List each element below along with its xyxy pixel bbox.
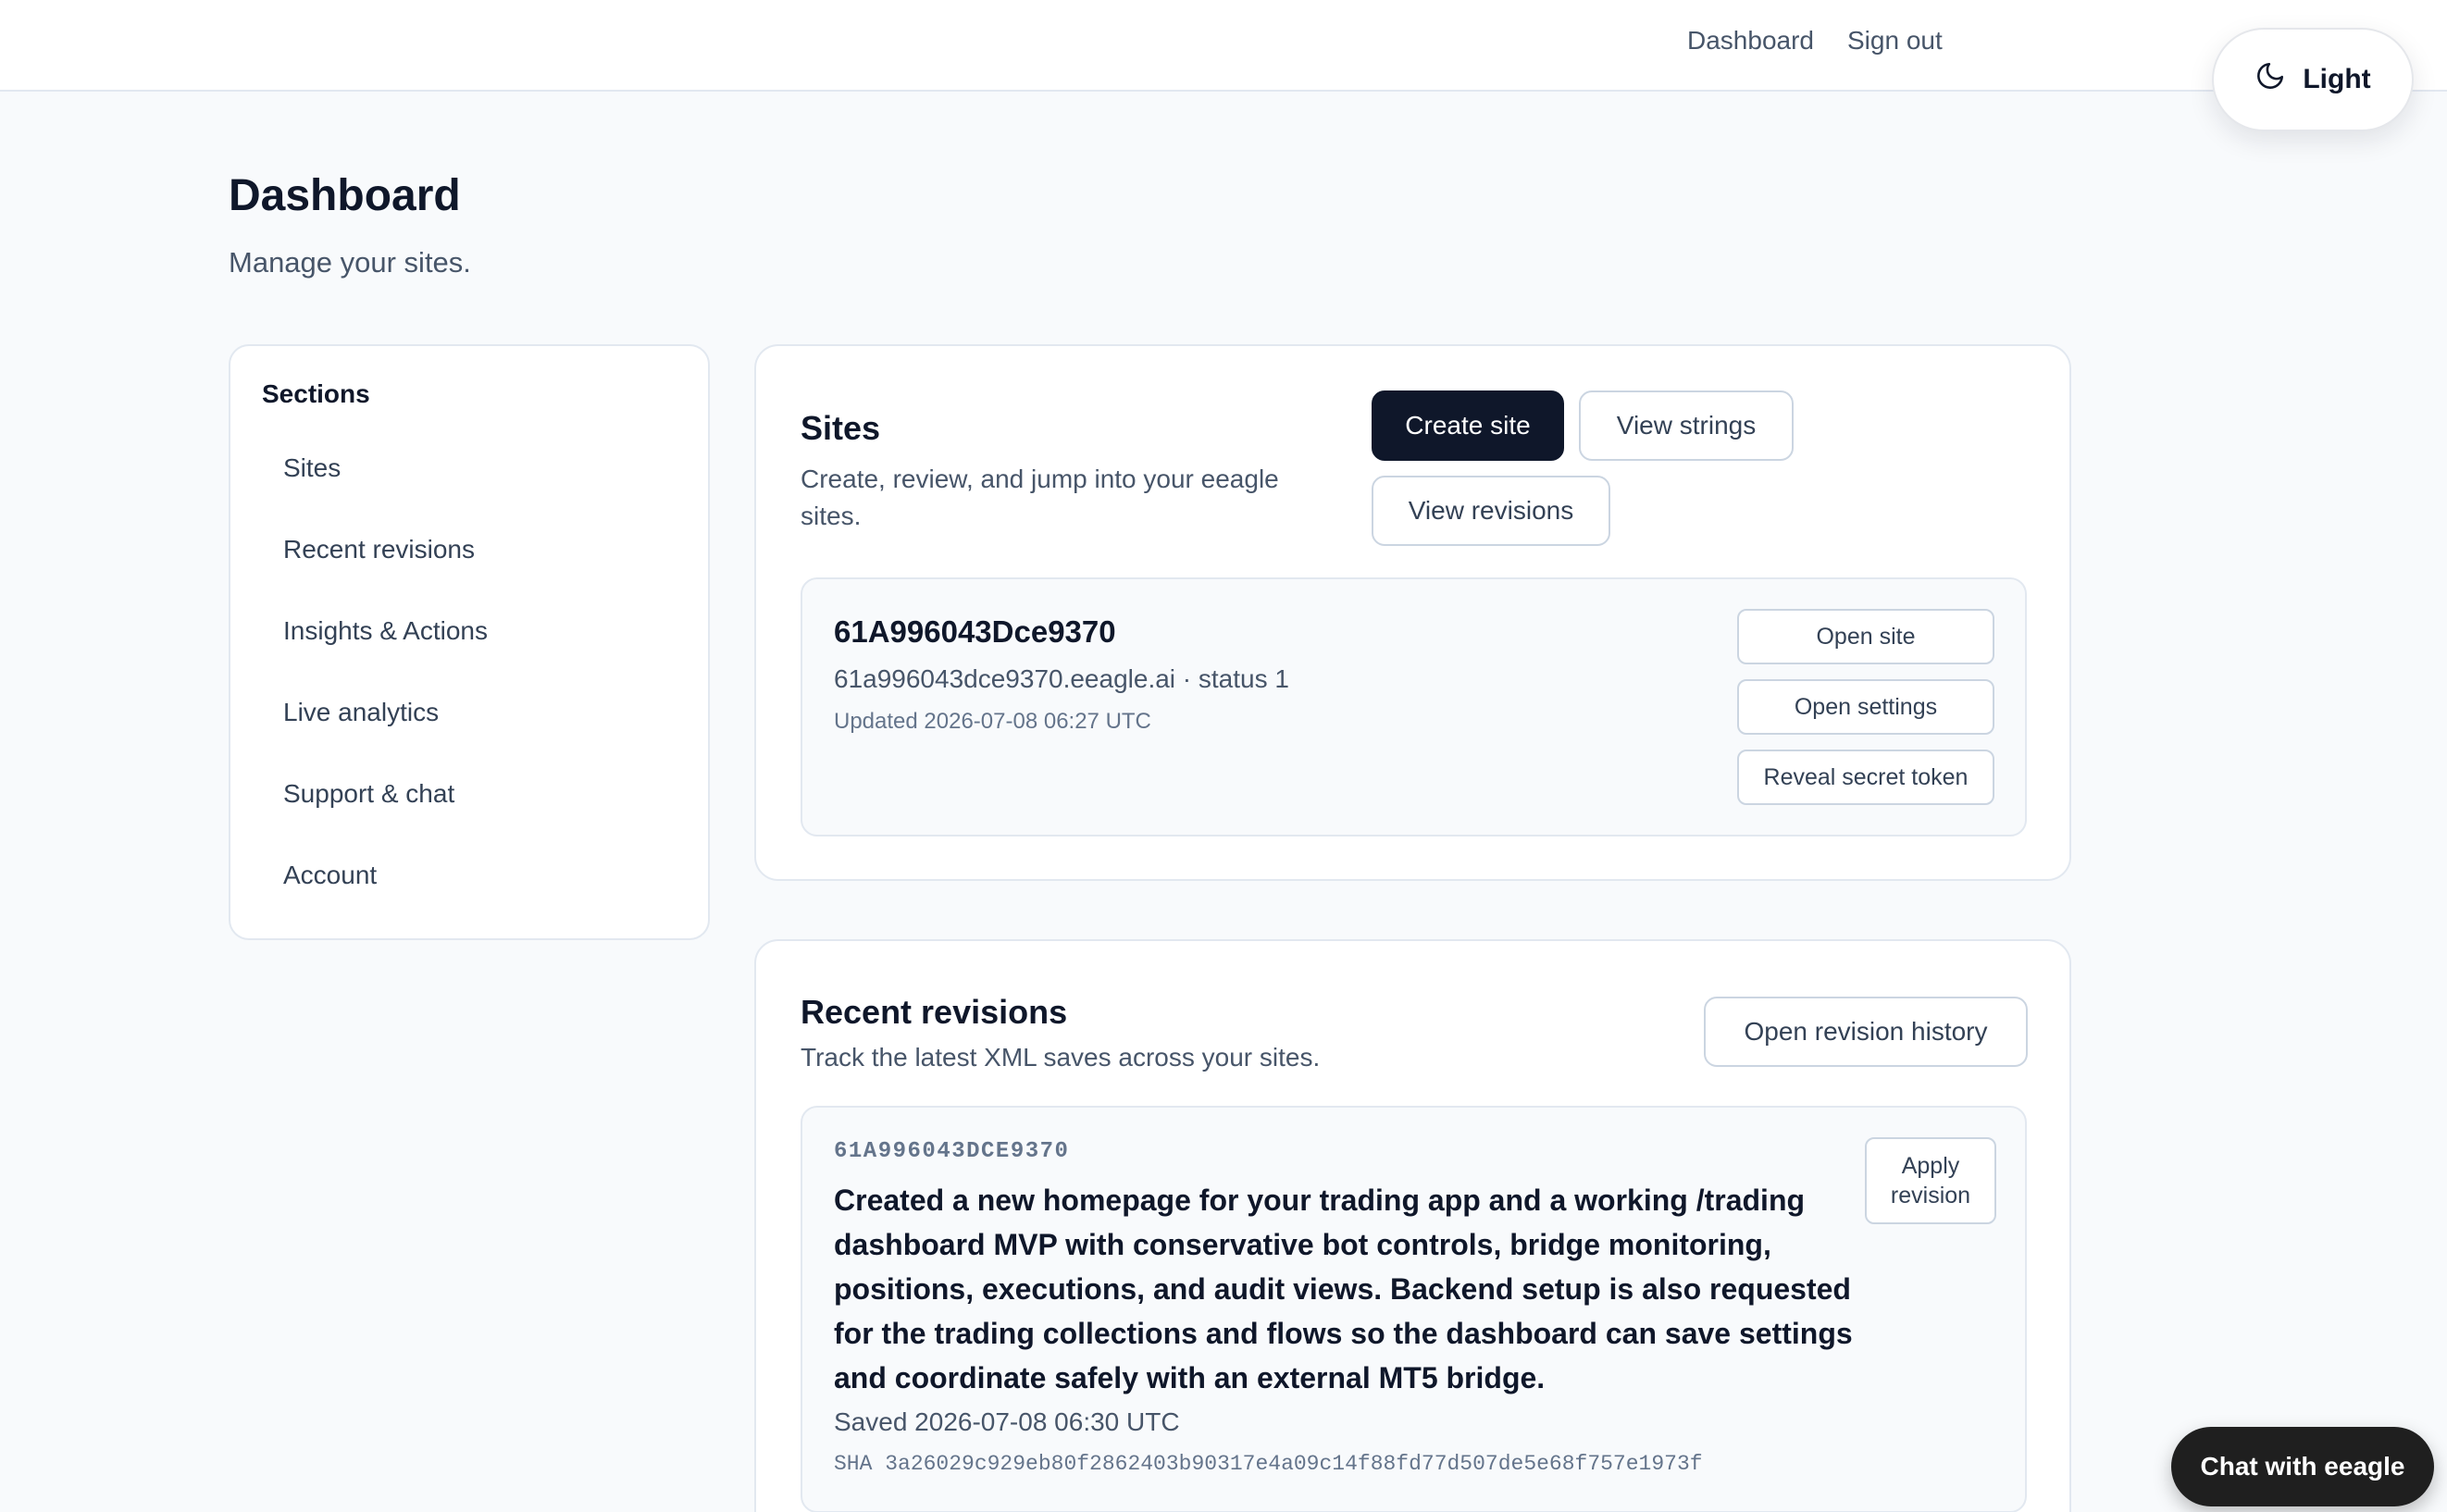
theme-toggle-label: Light	[2303, 64, 2371, 94]
revision-summary: Created a new homepage for your trading …	[834, 1184, 1853, 1394]
reveal-secret-token-button[interactable]: Reveal secret token	[1737, 750, 1994, 805]
revision-item: 61A996043DCE9370 Created a new homepage …	[801, 1106, 2027, 1512]
top-navbar: Dashboard Sign out	[0, 0, 2447, 92]
open-settings-button[interactable]: Open settings	[1737, 679, 1994, 735]
site-row: 61A996043Dce9370 61a996043dce9370.eeagle…	[801, 577, 2027, 837]
revision-site-id: 61A996043DCE9370	[834, 1139, 1070, 1164]
create-site-button[interactable]: Create site	[1372, 390, 1564, 461]
apply-revision-button[interactable]: Apply revision	[1865, 1137, 1996, 1224]
page-title: Dashboard	[229, 171, 461, 220]
sites-card: Sites Create, review, and jump into your…	[754, 344, 2071, 881]
nav-dashboard-link[interactable]: Dashboard	[1687, 26, 1814, 56]
chat-with-eeagle-button[interactable]: Chat with eeagle	[2171, 1427, 2434, 1506]
sidebar-item-recent-revisions[interactable]: Recent revisions	[283, 535, 475, 564]
moon-icon	[2254, 60, 2286, 99]
revisions-description: Track the latest XML saves across your s…	[801, 1043, 1321, 1072]
site-updated-timestamp: Updated 2026-07-08 06:27 UTC	[834, 709, 1151, 734]
sidebar-item-sites[interactable]: Sites	[283, 453, 341, 483]
open-revision-history-button[interactable]: Open revision history	[1704, 997, 2028, 1067]
sites-title: Sites	[801, 409, 881, 447]
nav-signout-link[interactable]: Sign out	[1847, 26, 1943, 56]
sidebar-item-live-analytics[interactable]: Live analytics	[283, 698, 439, 727]
view-revisions-button[interactable]: View revisions	[1372, 476, 1610, 546]
view-strings-button[interactable]: View strings	[1579, 390, 1794, 461]
theme-toggle-button[interactable]: Light	[2212, 28, 2414, 131]
sidebar-item-insights-actions[interactable]: Insights & Actions	[283, 616, 488, 646]
sidebar-heading: Sections	[262, 379, 370, 408]
sidebar-item-account[interactable]: Account	[283, 861, 377, 890]
revision-sha: SHA 3a26029c929eb80f2862403b90317e4a09c1…	[834, 1452, 1703, 1476]
site-name: 61A996043Dce9370	[834, 614, 1116, 649]
open-site-button[interactable]: Open site	[1737, 609, 1994, 664]
recent-revisions-card: Recent revisions Track the latest XML sa…	[754, 939, 2071, 1512]
revision-saved-timestamp: Saved 2026-07-08 06:30 UTC	[834, 1407, 1180, 1436]
sections-sidebar: Sections Sites Recent revisions Insights…	[229, 344, 710, 940]
revisions-title: Recent revisions	[801, 993, 1068, 1031]
page-subtitle: Manage your sites.	[229, 246, 471, 279]
sidebar-item-support-chat[interactable]: Support & chat	[283, 779, 454, 809]
sites-description: Create, review, and jump into your eeagl…	[801, 465, 1279, 530]
site-domain-status: 61a996043dce9370.eeagle.ai · status 1	[834, 664, 1289, 693]
